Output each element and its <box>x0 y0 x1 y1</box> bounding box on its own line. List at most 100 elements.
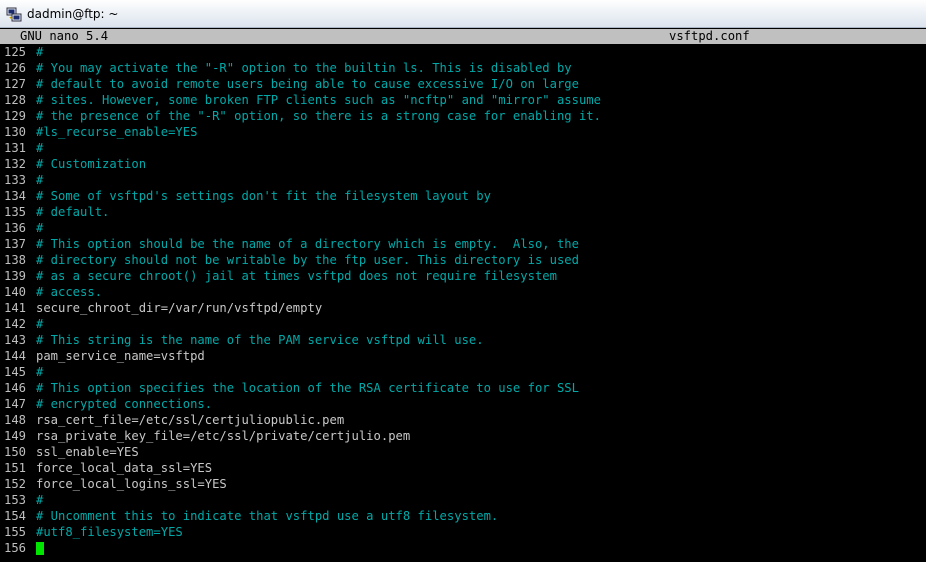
line-number: 150 <box>4 445 27 459</box>
line-number: 129 <box>4 109 27 123</box>
line-number: 147 <box>4 397 27 411</box>
line-number: 143 <box>4 333 27 347</box>
editor-line[interactable]: 140 # access. <box>0 284 926 300</box>
editor-line[interactable]: 133 # <box>0 172 926 188</box>
editor-line[interactable]: 149 rsa_private_key_file=/etc/ssl/private… <box>0 428 926 444</box>
editor-line[interactable]: 135 # default. <box>0 204 926 220</box>
comment-text: # You may activate the "-R" option to th… <box>36 61 572 75</box>
line-number: 154 <box>4 509 27 523</box>
config-text: secure_chroot_dir=/var/run/vsftpd/empty <box>36 301 323 315</box>
line-number: 149 <box>4 429 27 443</box>
editor-line[interactable]: 134 # Some of vsftpd's settings don't fit… <box>0 188 926 204</box>
comment-text: # Some of vsftpd's settings don't fit th… <box>36 189 491 203</box>
line-number: 155 <box>4 525 27 539</box>
comment-text: #utf8_filesystem=YES <box>36 525 183 539</box>
editor-line[interactable]: 154 # Uncomment this to indicate that vsf… <box>0 508 926 524</box>
editor-line[interactable]: 148 rsa_cert_file=/etc/ssl/certjuliopubli… <box>0 412 926 428</box>
editor-line[interactable]: 139 # as a secure chroot() jail at times … <box>0 268 926 284</box>
comment-text: # <box>36 141 44 155</box>
editor-line[interactable]: 150 ssl_enable=YES <box>0 444 926 460</box>
line-number: 126 <box>4 61 27 75</box>
line-number: 137 <box>4 237 27 251</box>
config-text: rsa_cert_file=/etc/ssl/certjuliopublic.p… <box>36 413 345 427</box>
editor-line[interactable]: 153 # <box>0 492 926 508</box>
terminal-area[interactable]: GNU nano 5.4 vsftpd.conf 125 #126 # You ma… <box>0 28 926 562</box>
line-number: 128 <box>4 93 27 107</box>
line-number: 152 <box>4 477 27 491</box>
line-number: 138 <box>4 253 27 267</box>
line-number: 133 <box>4 173 27 187</box>
window-title-bar[interactable]: dadmin@ftp: ~ <box>0 0 926 28</box>
editor-line[interactable]: 137 # This option should be the name of a… <box>0 236 926 252</box>
line-number: 145 <box>4 365 27 379</box>
editor-line[interactable]: 128 # sites. However, some broken FTP cli… <box>0 92 926 108</box>
line-number: 134 <box>4 189 27 203</box>
line-number: 142 <box>4 317 27 331</box>
editor-line[interactable]: 143 # This string is the name of the PAM … <box>0 332 926 348</box>
editor-line[interactable]: 136 # <box>0 220 926 236</box>
comment-text: # This option specifies the location of … <box>36 381 579 395</box>
config-text: force_local_logins_ssl=YES <box>36 477 227 491</box>
editor-line[interactable]: 129 # the presence of the "-R" option, so… <box>0 108 926 124</box>
editor-line[interactable]: 151 force_local_data_ssl=YES <box>0 460 926 476</box>
config-text: rsa_private_key_file=/etc/ssl/private/ce… <box>36 429 411 443</box>
line-number: 140 <box>4 285 27 299</box>
editor-line[interactable]: 138 # directory should not be writable by… <box>0 252 926 268</box>
line-number: 153 <box>4 493 27 507</box>
editor-line[interactable]: 130 #ls_recurse_enable=YES <box>0 124 926 140</box>
line-number: 131 <box>4 141 27 155</box>
window-title: dadmin@ftp: ~ <box>27 7 119 21</box>
line-number: 135 <box>4 205 27 219</box>
editor-line[interactable]: 152 force_local_logins_ssl=YES <box>0 476 926 492</box>
editor-line[interactable]: 132 # Customization <box>0 156 926 172</box>
editor-line[interactable]: 145 # <box>0 364 926 380</box>
comment-text: # directory should not be writable by th… <box>36 253 579 267</box>
comment-text: # sites. However, some broken FTP client… <box>36 93 601 107</box>
line-number: 141 <box>4 301 27 315</box>
comment-text: # <box>36 45 44 59</box>
comment-text: # <box>36 221 44 235</box>
nano-title-bar: GNU nano 5.4 vsftpd.conf <box>0 29 926 44</box>
comment-text: # This option should be the name of a di… <box>36 237 579 251</box>
editor-line[interactable]: 127 # default to avoid remote users being… <box>0 76 926 92</box>
line-number: 136 <box>4 221 27 235</box>
config-text: pam_service_name=vsftpd <box>36 349 205 363</box>
line-number: 130 <box>4 125 27 139</box>
comment-text: # default to avoid remote users being ab… <box>36 77 579 91</box>
comment-text: # Uncomment this to indicate that vsftpd… <box>36 509 499 523</box>
line-number: 125 <box>4 45 27 59</box>
line-number: 151 <box>4 461 27 475</box>
config-text: ssl_enable=YES <box>36 445 139 459</box>
editor-buffer[interactable]: 125 #126 # You may activate the "-R" optio… <box>0 44 926 556</box>
text-cursor <box>36 542 44 555</box>
editor-line[interactable]: 142 # <box>0 316 926 332</box>
line-number: 156 <box>4 541 27 555</box>
line-number: 144 <box>4 349 27 363</box>
editor-line[interactable]: 141 secure_chroot_dir=/var/run/vsftpd/emp… <box>0 300 926 316</box>
nano-version-label: GNU nano 5.4 <box>20 29 109 43</box>
comment-text: # encrypted connections. <box>36 397 213 411</box>
comment-text: # as a secure chroot() jail at times vsf… <box>36 269 557 283</box>
editor-line[interactable]: 131 # <box>0 140 926 156</box>
line-number: 139 <box>4 269 27 283</box>
comment-text: # <box>36 317 44 331</box>
config-text: force_local_data_ssl=YES <box>36 461 213 475</box>
editor-line[interactable]: 144 pam_service_name=vsftpd <box>0 348 926 364</box>
comment-text: #ls_recurse_enable=YES <box>36 125 198 139</box>
comment-text: # <box>36 493 44 507</box>
editor-line[interactable]: 126 # You may activate the "-R" option to… <box>0 60 926 76</box>
comment-text: # access. <box>36 285 103 299</box>
comment-text: # the presence of the "-R" option, so th… <box>36 109 601 123</box>
editor-line[interactable]: 156 <box>0 540 926 556</box>
editor-line[interactable]: 146 # This option specifies the location … <box>0 380 926 396</box>
nano-filename: vsftpd.conf <box>669 29 750 43</box>
comment-text: # <box>36 365 44 379</box>
line-number: 146 <box>4 381 27 395</box>
comment-text: # default. <box>36 205 110 219</box>
putty-icon[interactable] <box>6 6 22 22</box>
comment-text: # Customization <box>36 157 147 171</box>
editor-line[interactable]: 147 # encrypted connections. <box>0 396 926 412</box>
editor-line[interactable]: 155 #utf8_filesystem=YES <box>0 524 926 540</box>
editor-line[interactable]: 125 # <box>0 44 926 60</box>
comment-text: # <box>36 173 44 187</box>
